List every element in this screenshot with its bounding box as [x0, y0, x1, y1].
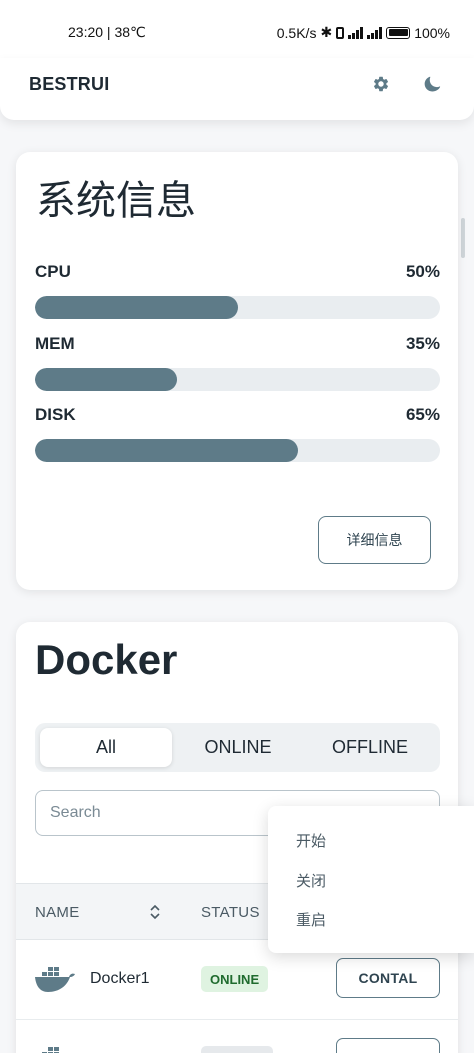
metric-label: DISK — [35, 405, 76, 424]
scrollbar-thumb[interactable] — [461, 218, 465, 258]
container-name: Docker1 — [90, 970, 150, 987]
battery-icon — [386, 26, 411, 39]
status-time-temp: 23:20 | 38℃ — [68, 24, 146, 40]
status-badge: ONLINE — [201, 966, 269, 992]
status-bar: 23:20 | 38℃ 0.5K/s ✱ 100% — [0, 0, 474, 58]
signal-icon-2 — [367, 26, 383, 39]
container-action-button[interactable]: CONTAL — [336, 958, 440, 998]
docker-whale-icon — [42, 1047, 59, 1053]
tab-offline[interactable]: OFFLINE — [304, 728, 436, 767]
progress-fill — [35, 368, 177, 391]
system-info-title: 系统信息 — [36, 178, 196, 224]
signal-icon — [348, 26, 364, 39]
gear-icon — [373, 76, 389, 92]
docker-title: Docker — [35, 636, 178, 683]
tab-online[interactable]: ONLINE — [172, 728, 304, 767]
metric-value: 50% — [405, 262, 440, 281]
app-bar: BESTRUI — [0, 58, 474, 120]
progress-fill — [35, 296, 238, 319]
column-header-status[interactable]: STATUS — [201, 904, 260, 921]
vibrate-icon — [336, 26, 345, 39]
progress-track — [35, 439, 440, 462]
menu-item-start[interactable]: 开始 — [296, 830, 326, 851]
table-row[interactable] — [16, 1020, 458, 1053]
system-info-card: 系统信息 CPU 50% MEM 35% DISK 65% 详细信息 — [16, 152, 458, 590]
theme-toggle-button[interactable] — [418, 70, 446, 98]
container-action-button[interactable] — [336, 1038, 440, 1053]
detail-info-button[interactable]: 详细信息 — [318, 516, 431, 564]
docker-whale-icon — [35, 967, 75, 992]
status-badge — [201, 1046, 273, 1053]
metric-label: CPU — [35, 262, 71, 281]
progress-track — [35, 296, 440, 319]
menu-item-stop[interactable]: 关闭 — [296, 870, 326, 891]
context-menu: 开始 关闭 重启 — [268, 806, 474, 953]
progress-fill — [35, 439, 299, 462]
menu-item-restart[interactable]: 重启 — [296, 909, 326, 930]
metric-value: 35% — [405, 334, 440, 353]
status-indicators: 0.5K/s ✱ 100% — [277, 24, 450, 41]
bluetooth-icon: ✱ — [320, 24, 333, 40]
filter-tabs: All ONLINE OFFLINE — [35, 723, 440, 772]
app-title: BESTRUI — [29, 74, 110, 94]
sort-icon[interactable] — [148, 904, 162, 920]
net-speed: 0.5K/s — [276, 24, 317, 41]
metric-label: MEM — [35, 334, 75, 353]
settings-button[interactable] — [367, 70, 395, 98]
column-header-name[interactable]: NAME — [35, 904, 80, 921]
metric-value: 65% — [405, 405, 440, 424]
moon-icon — [424, 76, 441, 92]
progress-track — [35, 368, 440, 391]
battery-percent: 100% — [414, 24, 450, 41]
tab-all[interactable]: All — [40, 728, 172, 767]
